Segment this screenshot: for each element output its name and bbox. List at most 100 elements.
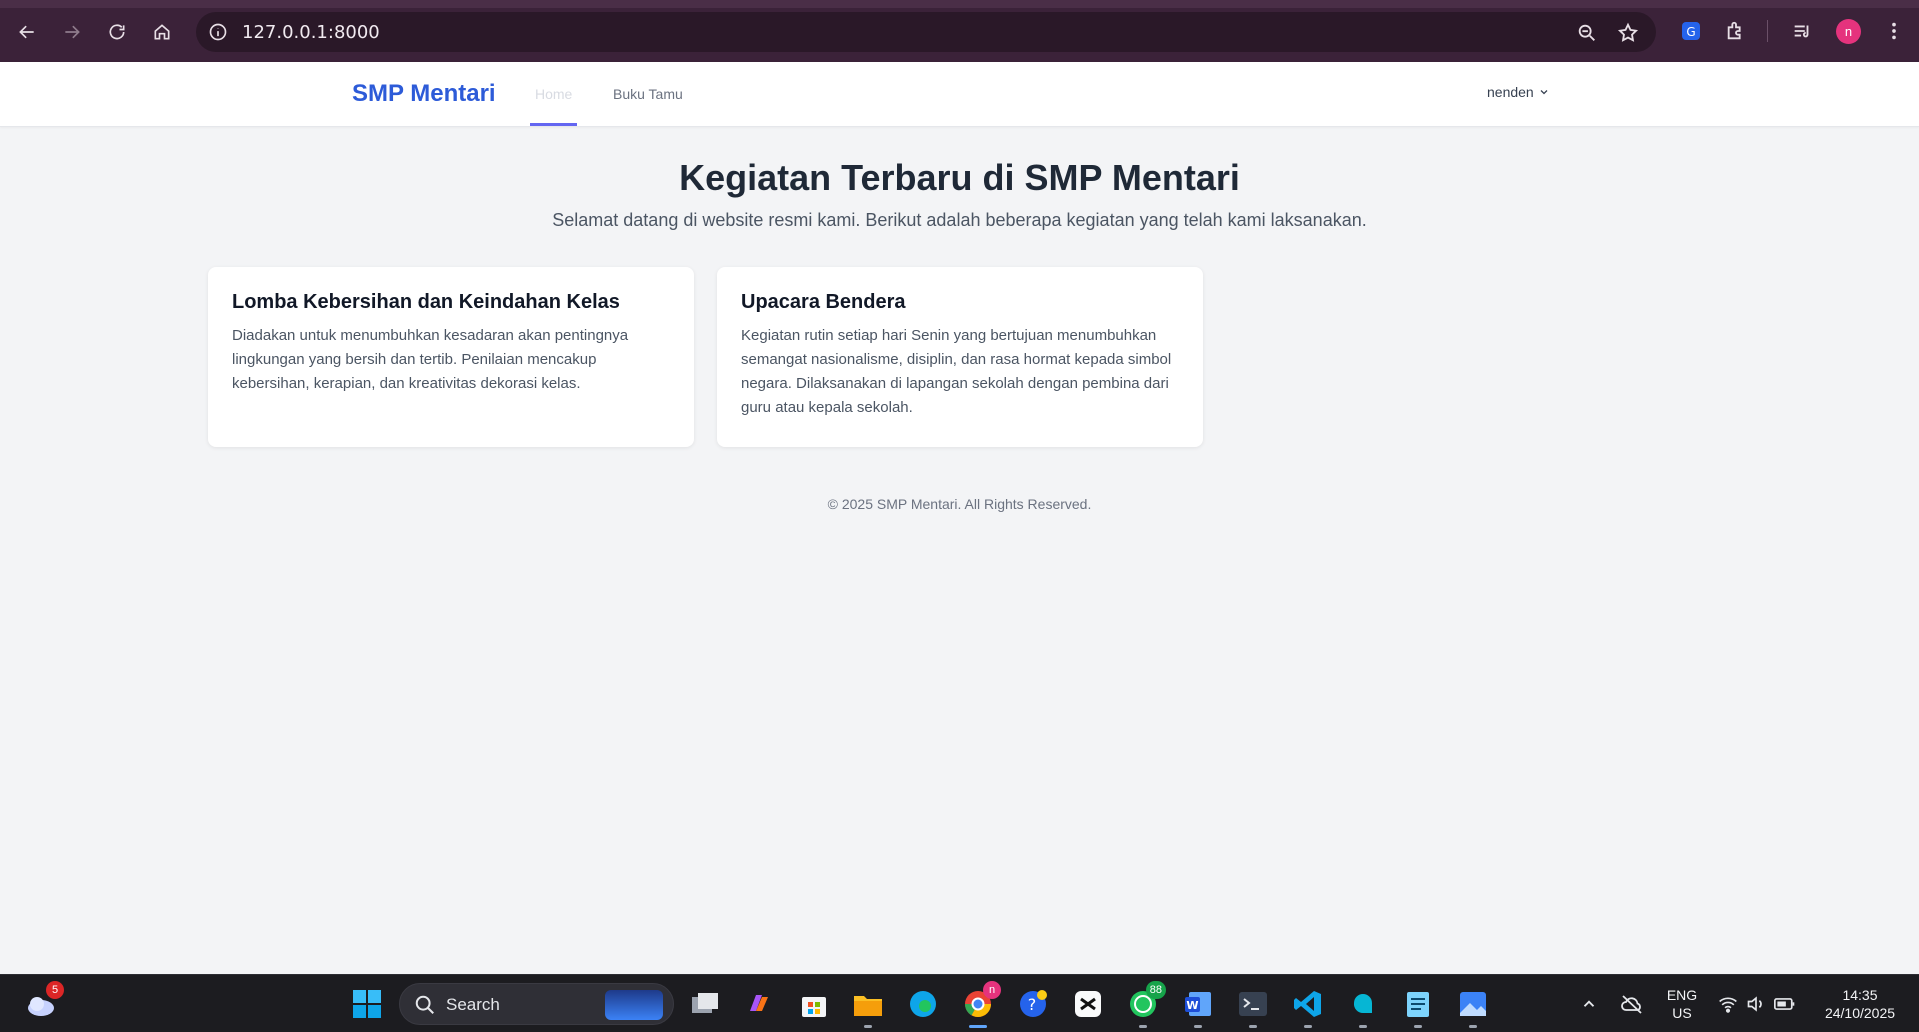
user-name: nenden: [1487, 84, 1534, 100]
chevron-up-icon: [1583, 1000, 1595, 1007]
microsoft-store-app[interactable]: [797, 987, 831, 1021]
vscode-icon: [1294, 991, 1321, 1017]
unread-badge: 88: [1145, 981, 1166, 999]
extensions-button[interactable]: [1723, 18, 1749, 44]
vscode-app[interactable]: [1291, 987, 1325, 1028]
back-button[interactable]: [13, 18, 41, 46]
whatsapp-app[interactable]: 88: [1126, 981, 1166, 1028]
reload-icon: [109, 24, 125, 40]
cloud-off-icon: [1621, 995, 1642, 1014]
reload-button[interactable]: [103, 18, 131, 46]
search-highlight-image: [605, 990, 663, 1020]
taskbar-search[interactable]: Search: [399, 983, 674, 1025]
volume-icon: [1747, 996, 1762, 1012]
help-app[interactable]: ?: [1016, 987, 1050, 1021]
task-view-icon: [692, 993, 718, 1013]
running-indicator: [1139, 1025, 1147, 1028]
copilot-app[interactable]: [742, 987, 776, 1021]
notepad-icon: [1407, 992, 1429, 1017]
capcut-icon: [1075, 991, 1101, 1017]
running-indicator: [1414, 1025, 1422, 1028]
active-nav-indicator: [530, 123, 577, 126]
weather-widget[interactable]: 5: [24, 981, 64, 1021]
notepad-app[interactable]: [1401, 987, 1435, 1028]
copilot-icon: [750, 995, 768, 1011]
arrow-left-icon: [19, 25, 34, 39]
os-taskbar: 5 Search n ? 88 W ENG US 14:35 24/10/202…: [0, 974, 1919, 1032]
profile-avatar[interactable]: n: [1836, 19, 1861, 44]
card-title: Lomba Kebersihan dan Keindahan Kelas: [232, 291, 620, 313]
translate-icon: G: [1682, 22, 1700, 40]
tray-app-button[interactable]: [1620, 975, 1644, 1032]
activity-card: Lomba Kebersihan dan Keindahan Kelas Dia…: [208, 267, 694, 447]
word-app[interactable]: W: [1181, 987, 1215, 1028]
clock[interactable]: 14:35 24/10/2025: [1812, 975, 1908, 1032]
tray-overflow-button[interactable]: [1580, 975, 1598, 1032]
clock-time: 14:35: [1842, 987, 1878, 1003]
start-button[interactable]: [350, 987, 384, 1021]
quick-settings-button[interactable]: [1718, 975, 1796, 1032]
card-description: Diadakan untuk menumbuhkan kesadaran aka…: [232, 327, 629, 392]
edge-app[interactable]: [906, 987, 940, 1021]
nav-buku-tamu[interactable]: Buku Tamu: [613, 86, 683, 102]
task-view-button[interactable]: [688, 987, 722, 1021]
extension-translate-button[interactable]: G: [1678, 18, 1704, 44]
capcut-app[interactable]: [1071, 987, 1105, 1021]
site-info-icon[interactable]: [208, 22, 228, 42]
page-footer: © 2025 SMP Mentari. All Rights Reserved.: [827, 496, 1092, 512]
running-indicator: [1359, 1025, 1367, 1028]
nav-home[interactable]: Home: [535, 86, 572, 102]
brand-logo[interactable]: SMP Mentari: [352, 80, 496, 108]
app-blob-icon: [1353, 994, 1372, 1014]
browser-toolbar: 127.0.0.1:8000 G n: [0, 0, 1919, 62]
browser-menu-button[interactable]: [1881, 18, 1907, 44]
running-indicator: [1304, 1025, 1312, 1028]
notification-badge: 5: [46, 981, 64, 999]
folder-icon: [854, 996, 882, 1016]
tab-strip: [0, 0, 1919, 8]
chevron-down-icon: [1540, 90, 1548, 95]
card-title: Upacara Bendera: [741, 291, 906, 313]
activity-card: Upacara Bendera Kegiatan rutin setiap ha…: [717, 267, 1203, 447]
running-indicator: [1249, 1025, 1257, 1028]
wifi-icon: [1719, 997, 1737, 1013]
language-code: ENG: [1666, 987, 1698, 1003]
media-playlist-icon: [1794, 25, 1809, 38]
running-indicator: [1194, 1025, 1202, 1028]
chrome-app[interactable]: n: [961, 981, 1001, 1028]
clock-date: 24/10/2025: [1824, 1005, 1896, 1021]
media-control-button[interactable]: [1789, 18, 1815, 44]
running-indicator: [969, 1025, 987, 1028]
svg-text:?: ?: [1028, 995, 1037, 1014]
running-indicator: [864, 1025, 872, 1028]
search-label: Search: [446, 995, 500, 1014]
word-doc-icon: W: [1185, 992, 1211, 1016]
profile-badge: n: [983, 981, 1001, 999]
svg-text:G: G: [1686, 25, 1695, 39]
battery-icon: [1774, 998, 1795, 1010]
photos-app[interactable]: [1456, 987, 1490, 1028]
card-description: Kegiatan rutin setiap hari Senin yang be…: [741, 327, 1172, 416]
user-dropdown[interactable]: nenden: [1487, 84, 1550, 100]
file-explorer-app[interactable]: [851, 987, 885, 1028]
site-navbar: SMP Mentari Home Buku Tamu nenden: [0, 62, 1919, 127]
url-text[interactable]: 127.0.0.1:8000: [242, 22, 380, 43]
forward-button[interactable]: [58, 18, 86, 46]
help-question-icon: ?: [1020, 990, 1047, 1017]
terminal-app[interactable]: [1236, 987, 1270, 1028]
page-title: Kegiatan Terbaru di SMP Mentari: [679, 157, 1240, 198]
language-indicator[interactable]: ENG US: [1664, 975, 1700, 1032]
home-button[interactable]: [148, 18, 176, 46]
bookmark-star-icon[interactable]: [1617, 22, 1639, 44]
page-subtitle: Selamat datang di website resmi kami. Be…: [552, 210, 1367, 230]
store-bag-icon: [802, 997, 826, 1017]
app-pinned[interactable]: [1346, 987, 1380, 1028]
address-bar[interactable]: 127.0.0.1:8000: [196, 12, 1656, 52]
toolbar-separator: [1767, 20, 1768, 42]
kebab-menu-icon: [1892, 22, 1896, 40]
edge-browser-icon: [910, 991, 936, 1017]
zoom-icon[interactable]: [1576, 22, 1598, 44]
running-indicator: [1469, 1025, 1477, 1028]
arrow-right-icon: [65, 25, 80, 39]
terminal-icon: [1239, 992, 1267, 1016]
